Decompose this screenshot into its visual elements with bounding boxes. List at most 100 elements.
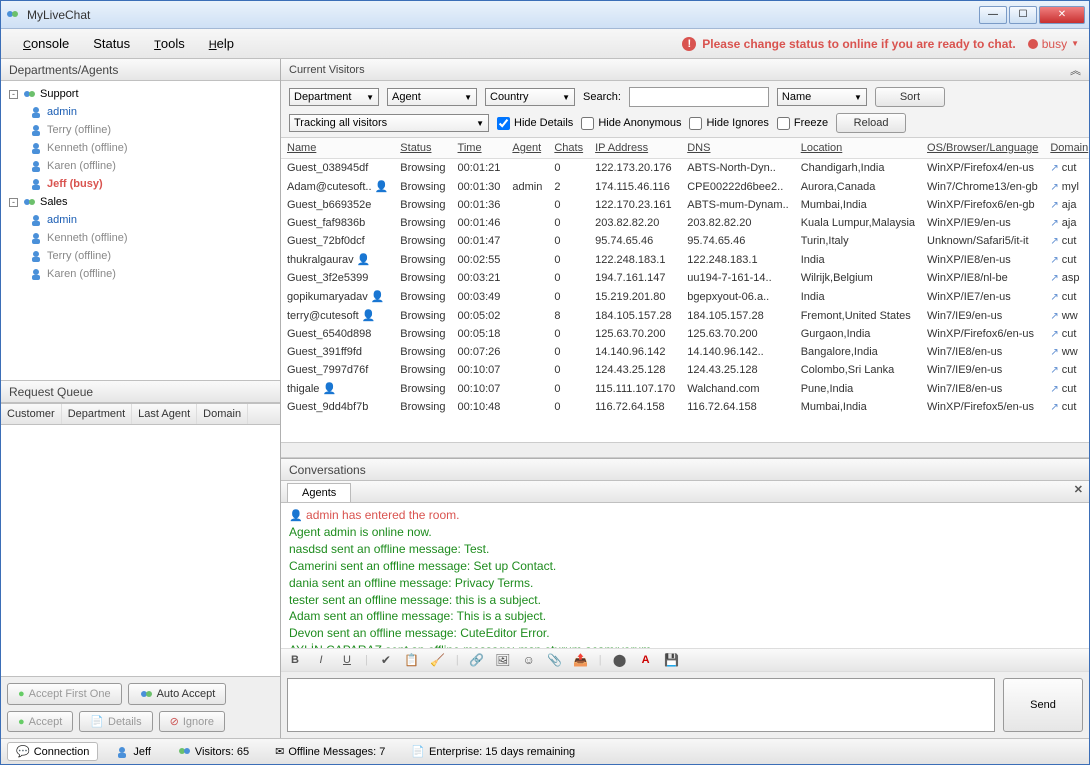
tab-close-icon[interactable]: ✕ bbox=[1068, 481, 1089, 502]
queue-columns: Customer Department Last Agent Domain bbox=[1, 403, 280, 425]
table-row[interactable]: thigale 👤Browsing00:10:070115.111.107.17… bbox=[281, 379, 1089, 398]
table-row[interactable]: Adam@cutesoft.. 👤Browsing00:01:30admin21… bbox=[281, 177, 1089, 196]
agents-tree[interactable]: -SupportadminTerry (offline)Kenneth (off… bbox=[1, 81, 280, 381]
clear-icon[interactable]: 🧹 bbox=[430, 652, 446, 668]
paste-icon[interactable]: 📋 bbox=[404, 652, 420, 668]
spellcheck-icon[interactable]: ✔ bbox=[378, 652, 394, 668]
color-icon[interactable]: ⬤ bbox=[612, 652, 628, 668]
table-row[interactable]: Guest_72bf0dcfBrowsing00:01:47095.74.65.… bbox=[281, 232, 1089, 250]
send-file-icon[interactable]: 📤 bbox=[573, 652, 589, 668]
table-row[interactable]: thukralgaurav 👤Browsing00:02:550122.248.… bbox=[281, 250, 1089, 269]
th-domain[interactable]: Domain bbox=[1044, 138, 1089, 159]
tree-user[interactable]: Kenneth (offline) bbox=[3, 139, 278, 157]
th-agent[interactable]: Agent bbox=[506, 138, 548, 159]
col-domain[interactable]: Domain bbox=[197, 404, 248, 424]
status-dot-icon bbox=[1028, 39, 1038, 49]
table-row[interactable]: gopikumaryadav 👤Browsing00:03:49015.219.… bbox=[281, 287, 1089, 306]
hide-details-checkbox[interactable]: Hide Details bbox=[497, 117, 573, 130]
search-input[interactable] bbox=[629, 87, 769, 107]
accept-button[interactable]: ●Accept bbox=[7, 711, 73, 732]
close-button[interactable]: ✕ bbox=[1039, 6, 1085, 24]
col-last-agent[interactable]: Last Agent bbox=[132, 404, 197, 424]
hide-anon-checkbox[interactable]: Hide Anonymous bbox=[581, 117, 681, 130]
freeze-checkbox[interactable]: Freeze bbox=[777, 117, 828, 130]
menu-status[interactable]: Status bbox=[81, 32, 142, 55]
col-department[interactable]: Department bbox=[62, 404, 132, 424]
th-os[interactable]: OS/Browser/Language bbox=[921, 138, 1044, 159]
save-icon[interactable]: 💾 bbox=[664, 652, 680, 668]
th-chats[interactable]: Chats bbox=[548, 138, 589, 159]
bold-icon[interactable]: B bbox=[287, 652, 303, 668]
conv-line: 👤 admin has entered the room. bbox=[289, 507, 1081, 524]
hide-ignores-checkbox[interactable]: Hide Ignores bbox=[689, 117, 768, 130]
table-row[interactable]: terry@cutesoft 👤Browsing00:05:028184.105… bbox=[281, 306, 1089, 325]
col-customer[interactable]: Customer bbox=[1, 404, 62, 424]
tree-user[interactable]: Terry (offline) bbox=[3, 121, 278, 139]
details-button[interactable]: 📄Details bbox=[79, 711, 152, 732]
minimize-button[interactable]: — bbox=[979, 6, 1007, 24]
conv-line: Agent admin is online now. bbox=[289, 524, 1081, 541]
table-row[interactable]: Guest_7997d76fBrowsing00:10:070124.43.25… bbox=[281, 361, 1089, 379]
sort-button[interactable]: Sort bbox=[875, 87, 945, 107]
menubar: Cdocument.currentScript.previousElementS… bbox=[1, 29, 1089, 59]
tree-user[interactable]: Jeff (busy) bbox=[3, 175, 278, 193]
tree-group[interactable]: -Sales bbox=[3, 193, 278, 211]
collapse-icon[interactable]: ︽ bbox=[1070, 62, 1081, 78]
ignore-button[interactable]: ⊘Ignore bbox=[159, 711, 225, 732]
tree-user[interactable]: admin bbox=[3, 211, 278, 229]
table-row[interactable]: Guest_038945dfBrowsing00:01:210122.173.2… bbox=[281, 159, 1089, 178]
table-row[interactable]: Guest_faf9836bBrowsing00:01:460203.82.82… bbox=[281, 214, 1089, 232]
conv-line: dania sent an offline message: Privacy T… bbox=[289, 575, 1081, 592]
tracking-dropdown[interactable]: Tracking all visitors▼ bbox=[289, 114, 489, 132]
th-location[interactable]: Location bbox=[795, 138, 921, 159]
italic-icon[interactable]: I bbox=[313, 652, 329, 668]
sb-connection[interactable]: 💬Connection bbox=[7, 742, 98, 761]
tree-user[interactable]: Karen (offline) bbox=[3, 265, 278, 283]
attach-icon[interactable]: 📎 bbox=[547, 652, 563, 668]
tree-user[interactable]: admin bbox=[3, 103, 278, 121]
font-color-icon[interactable]: A bbox=[638, 652, 654, 668]
conv-line: tester sent an offline message: this is … bbox=[289, 592, 1081, 609]
th-dns[interactable]: DNS bbox=[681, 138, 794, 159]
name-dropdown[interactable]: Name▼ bbox=[777, 88, 867, 106]
menu-tools[interactable]: Tools bbox=[142, 32, 197, 55]
visitors-table[interactable]: Name Status Time Agent Chats IP Address … bbox=[281, 138, 1089, 442]
menu-help[interactable]: Help bbox=[197, 32, 246, 55]
tree-group[interactable]: -Support bbox=[3, 85, 278, 103]
underline-icon[interactable]: U bbox=[339, 652, 355, 668]
table-row[interactable]: Guest_3f2e5399Browsing00:03:210194.7.161… bbox=[281, 269, 1089, 287]
menu-console[interactable]: Cdocument.currentScript.previousElementS… bbox=[11, 32, 81, 55]
conv-line: Adam sent an offline message: This is a … bbox=[289, 608, 1081, 625]
accept-first-button[interactable]: ●Accept First One bbox=[7, 683, 122, 705]
status-dropdown[interactable]: busy ▼ bbox=[1028, 37, 1079, 51]
scrollbar[interactable] bbox=[281, 442, 1089, 458]
maximize-button[interactable]: ☐ bbox=[1009, 6, 1037, 24]
agent-dropdown[interactable]: Agent▼ bbox=[387, 88, 477, 106]
departments-header: Departments/Agents bbox=[1, 59, 280, 81]
queue-header: Request Queue bbox=[1, 381, 280, 403]
th-time[interactable]: Time bbox=[452, 138, 507, 159]
th-name[interactable]: Name bbox=[281, 138, 394, 159]
tree-user[interactable]: Terry (offline) bbox=[3, 247, 278, 265]
message-input[interactable] bbox=[287, 678, 995, 732]
th-status[interactable]: Status bbox=[394, 138, 451, 159]
table-row[interactable]: Guest_9dd4bf7bBrowsing00:10:480116.72.64… bbox=[281, 398, 1089, 416]
country-dropdown[interactable]: Country▼ bbox=[485, 88, 575, 106]
tab-agents[interactable]: Agents bbox=[287, 483, 351, 502]
search-label: Search: bbox=[583, 91, 621, 103]
tree-user[interactable]: Karen (offline) bbox=[3, 157, 278, 175]
image-icon[interactable]: 🖼 bbox=[495, 652, 511, 668]
auto-accept-button[interactable]: Auto Accept bbox=[128, 683, 227, 705]
conv-line: Camerini sent an offline message: Set up… bbox=[289, 558, 1081, 575]
department-dropdown[interactable]: Department▼ bbox=[289, 88, 379, 106]
tree-user[interactable]: Kenneth (offline) bbox=[3, 229, 278, 247]
table-row[interactable]: Guest_b669352eBrowsing00:01:360122.170.2… bbox=[281, 196, 1089, 214]
send-button[interactable]: Send bbox=[1003, 678, 1083, 732]
link-icon[interactable]: 🔗 bbox=[469, 652, 485, 668]
table-row[interactable]: Guest_6540d898Browsing00:05:180125.63.70… bbox=[281, 325, 1089, 343]
th-ip[interactable]: IP Address bbox=[589, 138, 681, 159]
reload-button[interactable]: Reload bbox=[836, 113, 906, 133]
queue-body bbox=[1, 425, 280, 676]
table-row[interactable]: Guest_391ff9fdBrowsing00:07:26014.140.96… bbox=[281, 343, 1089, 361]
emoji-icon[interactable]: ☺ bbox=[521, 652, 537, 668]
